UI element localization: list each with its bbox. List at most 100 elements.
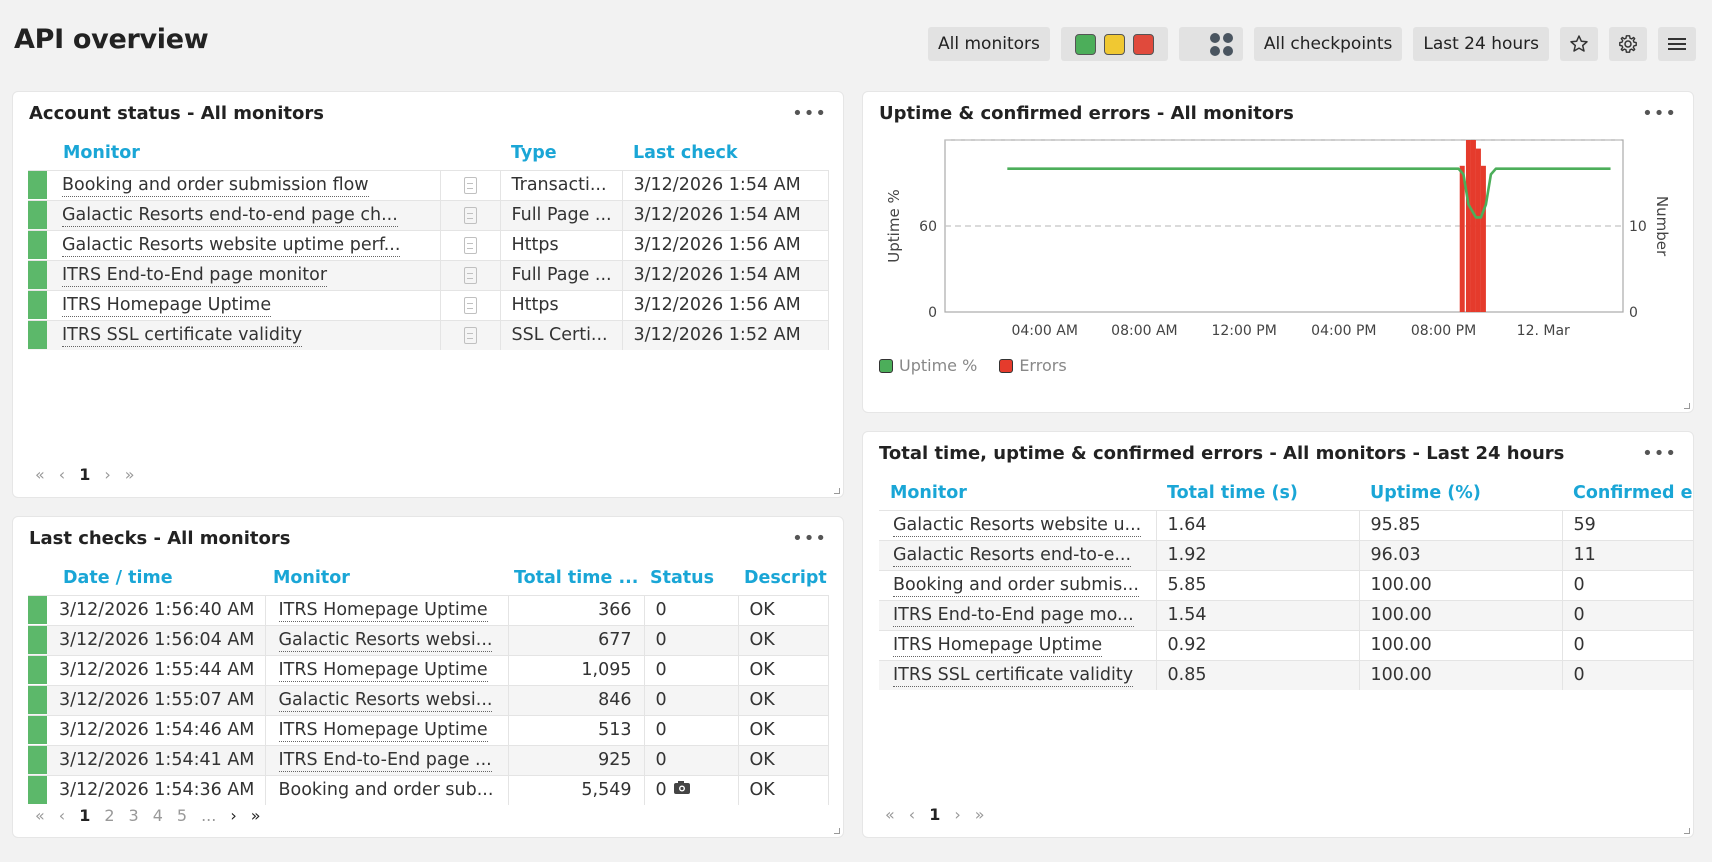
checkpoints-filter-button[interactable]: All checkpoints — [1253, 27, 1403, 61]
pager-first[interactable]: « — [35, 806, 45, 825]
resize-handle[interactable] — [834, 828, 840, 834]
status-ok-swatch[interactable] — [1074, 33, 1096, 55]
pager-page[interactable]: 1 — [929, 805, 940, 824]
pager-page[interactable]: 1 — [79, 465, 90, 484]
menu-button[interactable] — [1658, 27, 1696, 61]
pager-first[interactable]: « — [885, 805, 895, 824]
table-row[interactable]: ITRS Homepage Uptime Https 3/12/2026 1:56 … — [28, 289, 829, 320]
column-header-total-time[interactable]: Total time ... — [508, 561, 644, 595]
more-options-icon[interactable]: ••• — [792, 528, 827, 549]
pager-next[interactable]: › — [230, 806, 236, 825]
pager-page-3[interactable]: 3 — [129, 806, 139, 825]
pager-prev[interactable]: ‹ — [59, 806, 65, 825]
document-icon[interactable] — [463, 296, 477, 314]
table-row[interactable]: ITRS End-to-End page monitor Full Page ..… — [28, 259, 829, 290]
monitor-link[interactable]: ITRS End-to-End page monitor — [62, 265, 328, 287]
column-header-confirmed-errors[interactable]: Confirmed er — [1562, 476, 1693, 510]
monitor-link[interactable]: Galactic Resorts end-to-end page ch... — [62, 205, 398, 227]
legend-errors-swatch[interactable] — [999, 358, 1014, 373]
view-toggle-button[interactable] — [1178, 27, 1243, 61]
monitor-link[interactable]: Galactic Resorts websi... — [278, 690, 493, 712]
table-row[interactable]: Booking and order submission flow Transac… — [28, 169, 829, 200]
table-row[interactable]: Booking and order submis... 5.85 100.00 0 — [879, 569, 1693, 600]
table-row[interactable]: ITRS Homepage Uptime 0.92 100.00 0 — [879, 629, 1693, 660]
table-row[interactable]: Galactic Resorts website uptime perf... H… — [28, 229, 829, 260]
settings-button[interactable] — [1609, 27, 1647, 61]
column-header-total-time[interactable]: Total time (s) — [1156, 476, 1359, 510]
monitor-link[interactable]: Galactic Resorts website u... — [893, 515, 1142, 537]
period-filter-button[interactable]: Last 24 hours — [1413, 27, 1549, 61]
camera-icon[interactable] — [673, 780, 691, 800]
column-header-description[interactable]: Descripti — [738, 561, 828, 595]
document-icon[interactable] — [463, 236, 477, 254]
pager-last[interactable]: » — [125, 465, 135, 484]
last-checks-panel: Last checks - All monitors ••• Date / ti… — [12, 516, 844, 838]
pager-last[interactable]: » — [251, 806, 261, 825]
resize-handle[interactable] — [1684, 403, 1690, 409]
monitor-link[interactable]: ITRS SSL certificate validity — [893, 665, 1134, 688]
resize-handle[interactable] — [1684, 828, 1690, 834]
column-header-datetime[interactable]: Date / time — [48, 561, 265, 595]
monitor-link[interactable]: ITRS Homepage Uptime — [278, 720, 488, 742]
table-row[interactable]: 3/12/2026 1:55:44 AM ITRS Homepage Uptime… — [28, 654, 829, 685]
column-header-monitor[interactable]: Monitor — [265, 561, 508, 595]
table-row[interactable]: ITRS SSL certificate validity 0.85 100.00 0 — [879, 659, 1693, 690]
monitor-link[interactable]: ITRS End-to-End page ... — [278, 750, 492, 772]
pager-next[interactable]: › — [104, 465, 110, 484]
monitor-link[interactable]: ITRS SSL certificate validity — [62, 325, 303, 348]
more-options-icon[interactable]: ••• — [1642, 443, 1677, 464]
legend-uptime-swatch[interactable] — [879, 358, 893, 373]
table-row[interactable]: Galactic Resorts end-to-end page ch... Fu… — [28, 199, 829, 230]
pager-page-1[interactable]: 1 — [79, 806, 90, 825]
legend-uptime-label[interactable]: Uptime % — [899, 356, 977, 375]
monitor-link[interactable]: ITRS Homepage Uptime — [893, 635, 1103, 657]
monitor-link[interactable]: ITRS Homepage Uptime — [278, 600, 488, 622]
favorite-button[interactable] — [1560, 27, 1598, 61]
resize-handle[interactable] — [834, 488, 840, 494]
column-header-monitor[interactable]: Monitor — [48, 136, 440, 170]
pager-prev[interactable]: ‹ — [909, 805, 915, 824]
monitor-link[interactable]: ITRS Homepage Uptime — [278, 660, 488, 682]
table-row[interactable]: Galactic Resorts end-to-e... 1.92 96.03 11 — [879, 539, 1693, 570]
legend-errors-label[interactable]: Errors — [1019, 356, 1066, 375]
monitor-link[interactable]: Booking and order sub... — [279, 780, 494, 800]
pager-first[interactable]: « — [35, 465, 45, 484]
pager-prev[interactable]: ‹ — [59, 465, 65, 484]
table-row[interactable]: 3/12/2026 1:56:40 AM ITRS Homepage Uptime… — [28, 594, 829, 625]
monitor-link[interactable]: Booking and order submis... — [893, 575, 1139, 597]
column-header-type[interactable]: Type — [500, 136, 622, 170]
table-row[interactable]: Galactic Resorts website u... 1.64 95.85 59 — [879, 509, 1693, 540]
monitor-link[interactable]: Galactic Resorts website uptime perf... — [62, 235, 401, 257]
table-row[interactable]: 3/12/2026 1:56:04 AM Galactic Resorts web… — [28, 624, 829, 655]
monitor-link[interactable]: Galactic Resorts end-to-e... — [893, 545, 1132, 567]
column-header-status[interactable]: Status — [644, 561, 738, 595]
monitors-filter-button[interactable]: All monitors — [928, 27, 1050, 61]
document-icon[interactable] — [463, 266, 477, 284]
last-checks-table: Date / time Monitor Total time ... Statu… — [28, 561, 829, 805]
column-header-uptime[interactable]: Uptime (%) — [1359, 476, 1562, 510]
monitor-link[interactable]: ITRS Homepage Uptime — [62, 295, 272, 317]
pager-page-5[interactable]: 5 — [177, 806, 187, 825]
pager-page-2[interactable]: 2 — [104, 806, 114, 825]
table-row[interactable]: ITRS End-to-End page mo... 1.54 100.00 0 — [879, 599, 1693, 630]
more-options-icon[interactable]: ••• — [792, 103, 827, 124]
table-row[interactable]: 3/12/2026 1:54:41 AM ITRS End-to-End page… — [28, 744, 829, 775]
status-warning-swatch[interactable] — [1103, 33, 1125, 55]
pager-page-4[interactable]: 4 — [153, 806, 163, 825]
table-row[interactable]: 3/12/2026 1:55:07 AM Galactic Resorts web… — [28, 684, 829, 715]
monitor-link[interactable]: Booking and order submission flow — [62, 175, 369, 197]
pager-next[interactable]: › — [954, 805, 960, 824]
column-header-last-check[interactable]: Last check — [622, 136, 828, 170]
status-error-swatch[interactable] — [1132, 33, 1154, 55]
column-header-monitor[interactable]: Monitor — [879, 476, 1156, 510]
document-icon[interactable] — [463, 206, 477, 224]
table-row[interactable]: 3/12/2026 1:54:46 AM ITRS Homepage Uptime… — [28, 714, 829, 745]
status-filter-button[interactable] — [1060, 27, 1168, 61]
document-icon[interactable] — [463, 176, 477, 194]
table-row[interactable]: ITRS SSL certificate validity SSL Certi..… — [28, 319, 829, 350]
monitor-link[interactable]: ITRS End-to-End page mo... — [893, 605, 1134, 627]
table-row[interactable]: 3/12/2026 1:54:36 AM Booking and order su… — [28, 774, 829, 805]
document-icon[interactable] — [463, 326, 477, 344]
monitor-link[interactable]: Galactic Resorts websi... — [278, 630, 493, 652]
pager-last[interactable]: » — [975, 805, 985, 824]
